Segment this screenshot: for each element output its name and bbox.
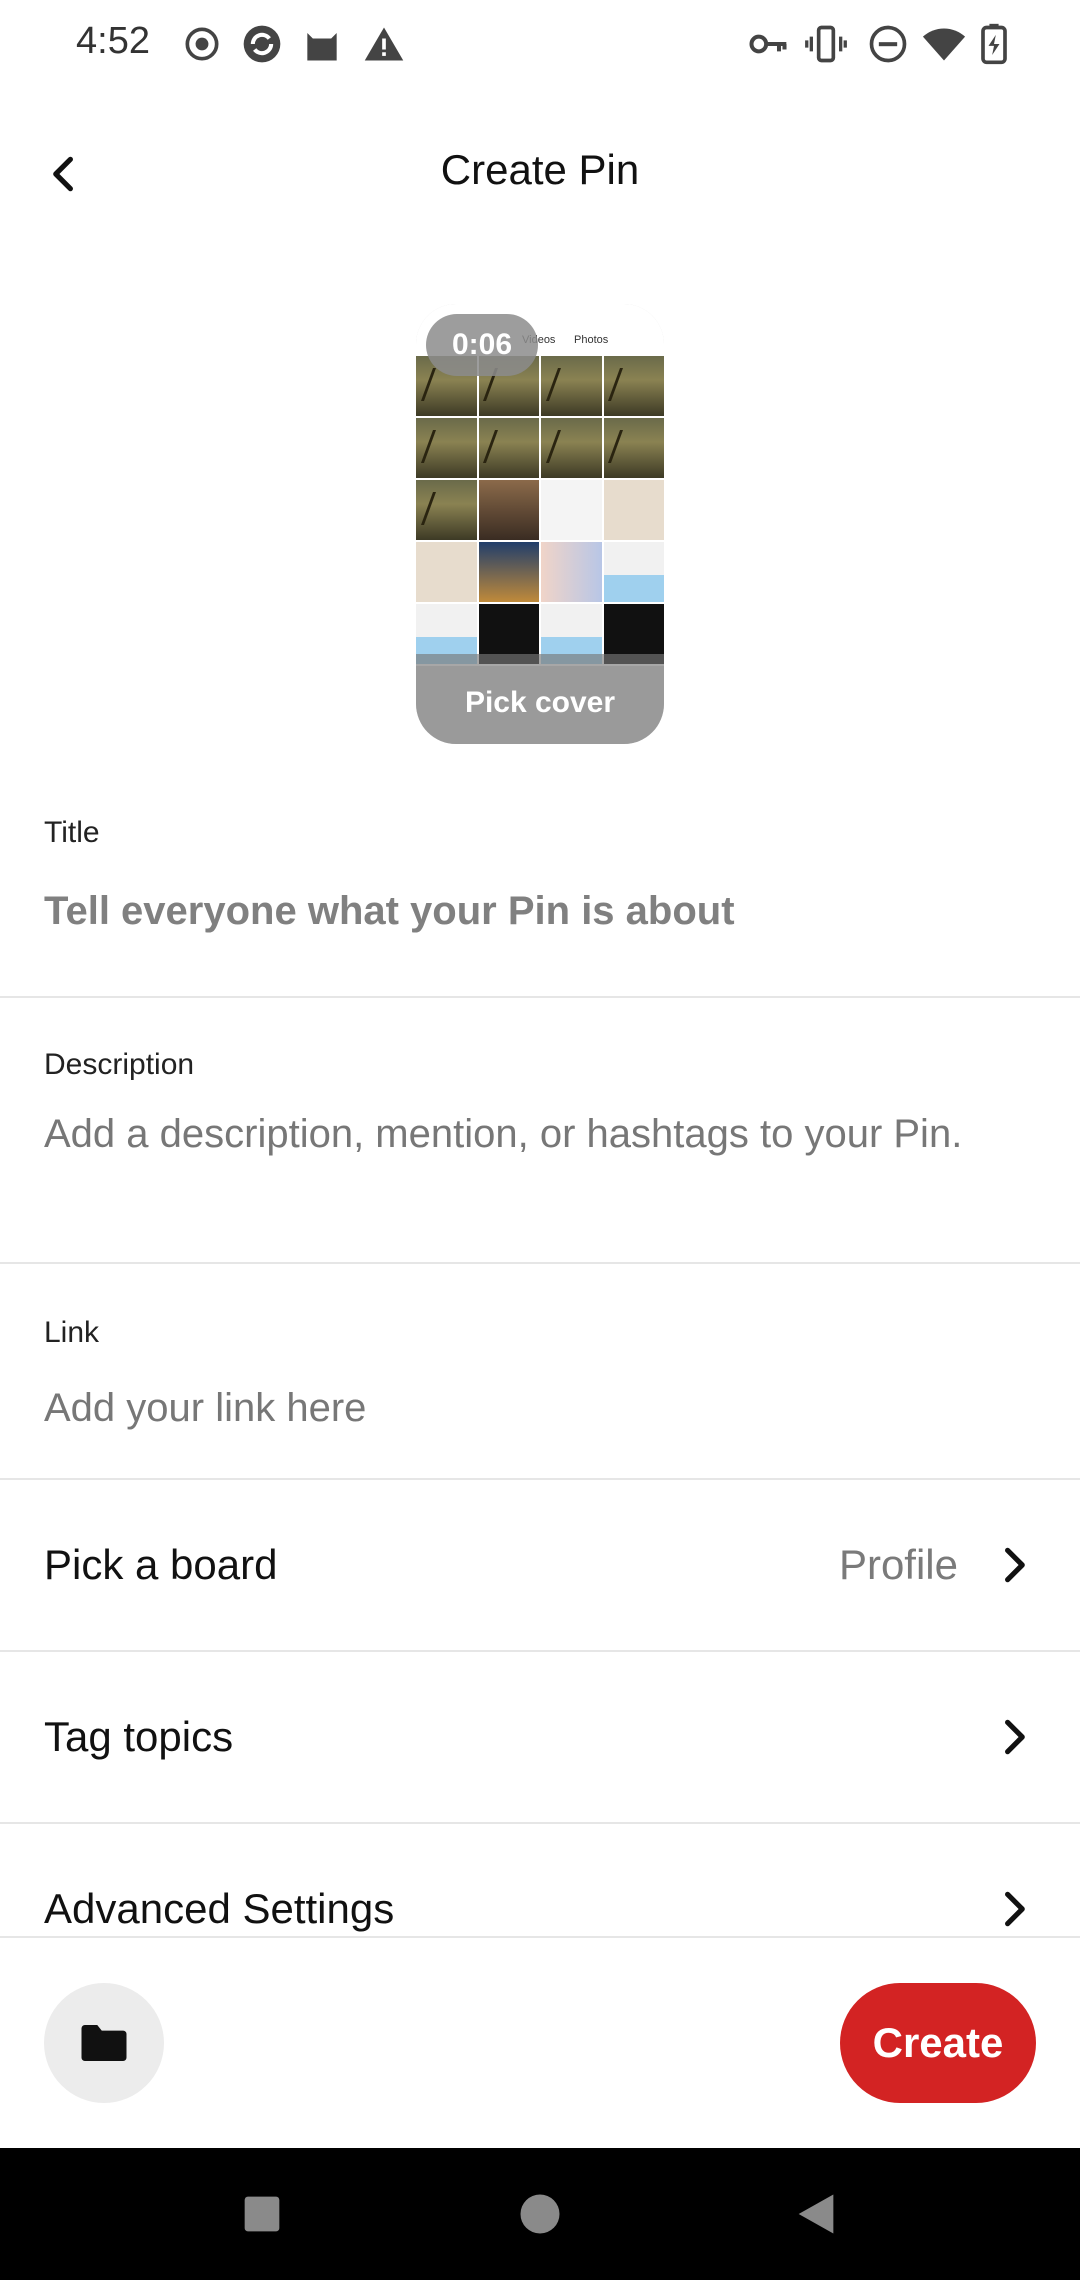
pick-board-row[interactable]: Pick a board Profile bbox=[0, 1480, 1080, 1650]
thumbnail bbox=[416, 542, 477, 602]
advanced-settings-label: Advanced Settings bbox=[44, 1885, 395, 1932]
tag-topics-label: Tag topics bbox=[44, 1713, 234, 1760]
thumbnail bbox=[541, 542, 602, 602]
chevron-right-icon bbox=[992, 1715, 1036, 1759]
record-icon bbox=[180, 22, 224, 66]
back-triangle-icon[interactable] bbox=[790, 2188, 842, 2240]
description-label: Description bbox=[44, 1048, 195, 1081]
divider bbox=[0, 1262, 1080, 1264]
pick-cover-label[interactable]: Pick cover bbox=[416, 686, 664, 720]
status-bar: 4:52 bbox=[0, 0, 1080, 88]
cover-tab-photos: Photos bbox=[574, 334, 609, 346]
thumbnail bbox=[416, 418, 477, 478]
bottom-action-bar: Create bbox=[0, 1936, 1080, 2148]
thumbnail bbox=[416, 480, 477, 540]
thumbnail bbox=[478, 480, 539, 540]
cover-thumbnail-grid bbox=[416, 356, 664, 666]
dnd-icon bbox=[866, 22, 910, 66]
thumbnail bbox=[603, 542, 664, 602]
selected-board-value: Profile bbox=[838, 1541, 958, 1588]
link-input[interactable] bbox=[44, 1378, 1044, 1438]
tag-topics-row[interactable]: Tag topics bbox=[0, 1652, 1080, 1822]
thumbnail bbox=[603, 356, 664, 416]
title-label: Title bbox=[44, 816, 100, 849]
cat-icon bbox=[300, 22, 344, 66]
title-input[interactable] bbox=[44, 880, 1044, 942]
save-draft-folder-button[interactable] bbox=[44, 1983, 164, 2103]
battery-charging-icon bbox=[972, 22, 1016, 66]
description-input[interactable] bbox=[44, 1108, 1044, 1218]
wifi-icon bbox=[922, 22, 966, 66]
thumbnail bbox=[603, 480, 664, 540]
create-button[interactable]: Create bbox=[840, 1983, 1036, 2103]
thumbnail bbox=[541, 418, 602, 478]
divider bbox=[0, 1936, 1080, 1938]
folder-icon bbox=[81, 2025, 127, 2061]
chevron-right-icon bbox=[992, 1887, 1036, 1931]
sync-icon bbox=[240, 22, 284, 66]
pick-board-label: Pick a board bbox=[44, 1541, 278, 1588]
thumbnail bbox=[603, 418, 664, 478]
chevron-right-icon bbox=[992, 1543, 1036, 1587]
home-circle-icon[interactable] bbox=[514, 2188, 566, 2240]
video-duration-badge: 0:06 bbox=[426, 314, 538, 376]
thumbnail bbox=[541, 356, 602, 416]
thumbnail bbox=[541, 480, 602, 540]
cover-preview[interactable]: Videos Photos 0:06 Pick cover bbox=[416, 304, 664, 744]
key-icon bbox=[746, 22, 790, 66]
thumbnail bbox=[478, 542, 539, 602]
recents-square-icon[interactable] bbox=[236, 2188, 288, 2240]
thumbnail bbox=[478, 418, 539, 478]
page-title: Create Pin bbox=[440, 146, 640, 193]
header: Create Pin bbox=[0, 120, 1080, 224]
vibrate-icon bbox=[804, 22, 848, 66]
warning-icon bbox=[362, 22, 406, 66]
divider bbox=[0, 996, 1080, 998]
system-nav-bar bbox=[0, 2148, 1080, 2280]
status-time: 4:52 bbox=[76, 20, 150, 62]
link-label: Link bbox=[44, 1316, 100, 1349]
